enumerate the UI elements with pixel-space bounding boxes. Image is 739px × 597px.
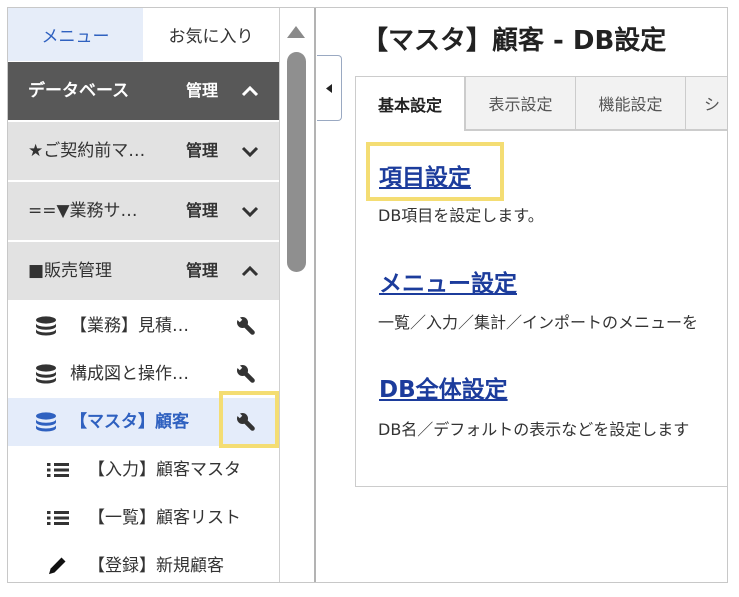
manage-link[interactable]: 管理 — [186, 62, 218, 120]
sidebar-item-label: 構成図と操作… — [70, 364, 189, 384]
page-title: 【マスタ】顧客 - DB設定 — [362, 26, 667, 56]
field-settings-link[interactable]: 項目設定 — [379, 164, 471, 192]
wrench-icon[interactable] — [236, 364, 256, 384]
sidebar-group-label: ==▼業務サ… — [28, 201, 138, 221]
manage-link[interactable]: 管理 — [186, 182, 218, 240]
caret-left-icon — [326, 83, 332, 93]
database-icon — [36, 316, 56, 336]
tab-feature-settings[interactable]: 機能設定 — [575, 76, 686, 130]
collapse-sidebar-button[interactable] — [317, 55, 342, 121]
scroll-up-icon[interactable] — [287, 26, 305, 38]
menu-settings-link[interactable]: メニュー設定 — [379, 270, 517, 298]
list-icon — [47, 511, 69, 525]
sidebar-group-label: ★ご契約前マ… — [28, 141, 146, 161]
manage-link[interactable]: 管理 — [186, 242, 218, 300]
sidebar-item-diagram[interactable]: 構成図と操作… — [8, 350, 279, 398]
sidebar-item-label: 【登録】新規顧客 — [88, 556, 224, 576]
field-settings-description: DB項目を設定します。 — [378, 206, 544, 225]
sidebar-item-label: 【入力】顧客マスタ — [88, 460, 241, 480]
database-icon — [36, 412, 56, 432]
menu-settings-description: 一覧／入力／集計／インポートのメニューを — [378, 313, 699, 332]
wrench-icon[interactable] — [236, 316, 256, 336]
sidebar-item-customer-list[interactable]: 【一覧】顧客リスト — [8, 494, 279, 542]
chevron-up-icon[interactable] — [241, 265, 259, 277]
chevron-down-icon[interactable] — [241, 145, 259, 157]
list-icon — [47, 463, 69, 477]
chevron-up-icon[interactable] — [241, 85, 259, 97]
wrench-icon[interactable] — [236, 412, 256, 432]
pencil-icon — [49, 557, 66, 575]
sidebar-item-label: 【業務】見積… — [70, 316, 189, 336]
panel-divider[interactable] — [314, 8, 316, 582]
sidebar-item-new-customer[interactable]: 【登録】新規顧客 — [8, 542, 279, 582]
sidebar-item-customer-input[interactable]: 【入力】顧客マスタ — [8, 446, 279, 494]
database-icon — [36, 364, 56, 384]
sidebar-group-sales-management[interactable]: ■販売管理 管理 — [8, 242, 279, 300]
db-overall-settings-link[interactable]: DB全体設定 — [379, 376, 508, 404]
manage-link[interactable]: 管理 — [186, 122, 218, 180]
tab-partial[interactable]: シ — [685, 76, 727, 130]
sidebar: メニュー お気に入り データベース 管理 ★ご契約前マ… 管理 ==▼業務サ… … — [8, 8, 280, 582]
sidebar-item-label: 【マスタ】顧客 — [70, 412, 189, 432]
sidebar-tab-favorites[interactable]: お気に入り — [143, 8, 279, 61]
sidebar-tab-menu[interactable]: メニュー — [8, 8, 143, 61]
sidebar-group-business-support[interactable]: ==▼業務サ… 管理 — [8, 182, 279, 240]
sidebar-item-customer-master[interactable]: 【マスタ】顧客 — [8, 398, 279, 446]
tab-basic-settings[interactable]: 基本設定 — [355, 76, 465, 131]
scrollbar-thumb[interactable] — [287, 52, 306, 272]
chevron-down-icon[interactable] — [241, 205, 259, 217]
sidebar-group-pre-contract[interactable]: ★ご契約前マ… 管理 — [8, 122, 279, 180]
app-window: メニュー お気に入り データベース 管理 ★ご契約前マ… 管理 ==▼業務サ… … — [7, 7, 728, 583]
sidebar-group-database[interactable]: データベース 管理 — [8, 62, 279, 120]
sidebar-group-label: データベース — [28, 81, 130, 101]
sidebar-item-label: 【一覧】顧客リスト — [88, 508, 241, 528]
db-overall-settings-description: DB名／デフォルトの表示などを設定します — [378, 420, 690, 439]
tab-display-settings[interactable]: 表示設定 — [465, 76, 576, 130]
sidebar-group-label: ■販売管理 — [28, 261, 113, 281]
sidebar-item-quote[interactable]: 【業務】見積… — [8, 302, 279, 350]
